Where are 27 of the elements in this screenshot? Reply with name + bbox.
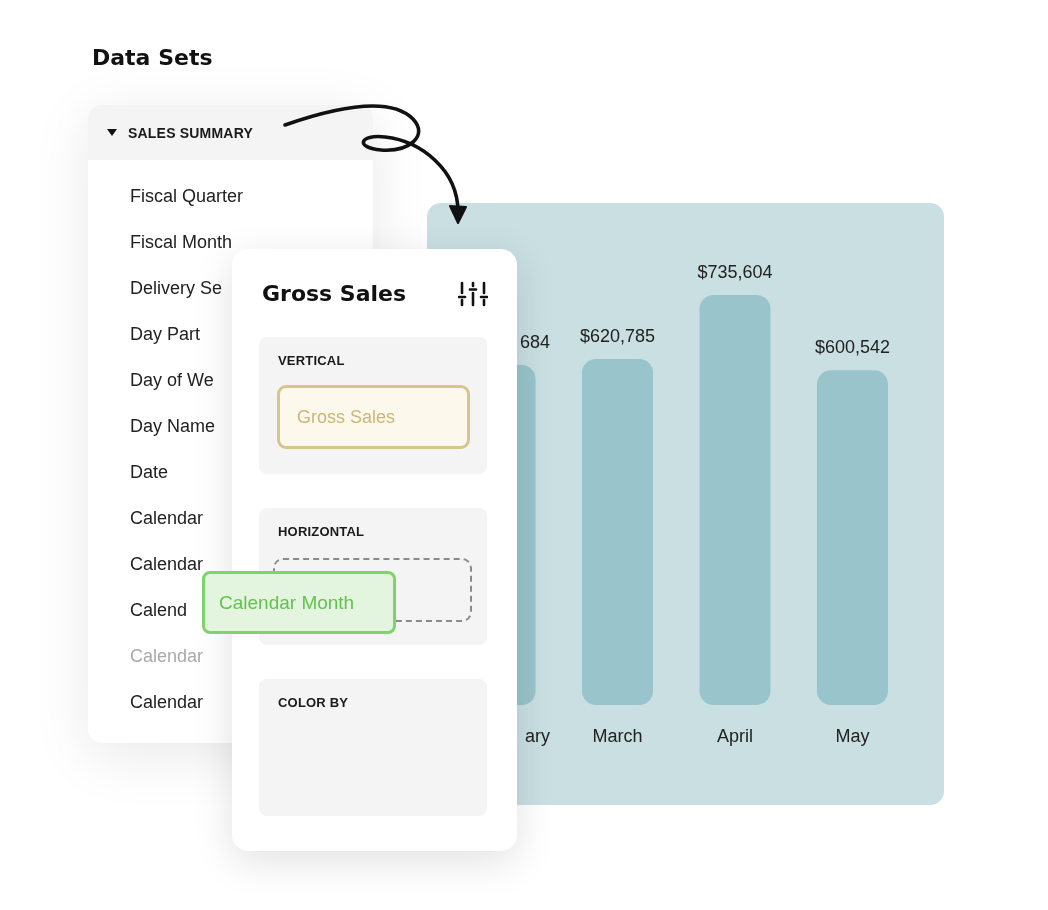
field-item[interactable]: Day Name [130,403,216,449]
field-item[interactable]: Calend [130,587,188,633]
sliders-icon [458,281,488,307]
section-title: Data Sets [92,44,213,72]
value-label: $620,785 [579,326,656,346]
value-label: $600,542 [814,337,891,358]
category-label: March [592,726,643,746]
settings-button[interactable] [457,280,489,308]
field-item[interactable]: Delivery Se [130,265,223,311]
field-item[interactable]: Calendar [130,495,204,541]
field-item[interactable]: Day Part [130,311,201,357]
field-item[interactable]: Fiscal Quarter [130,173,244,219]
data-set-header[interactable]: SALES SUMMARY [88,105,373,160]
panel-title: Gross Sales [262,280,407,308]
field-item[interactable]: Calendar [130,541,204,587]
field-item[interactable]: Fiscal Month [130,219,233,265]
field-item[interactable]: Date [130,449,169,495]
field-item[interactable]: Day of We [130,357,214,403]
category-label: May [835,726,870,746]
section-label: HORIZONTAL [278,524,365,540]
field-item[interactable]: Calendar [130,679,204,725]
category-label: ary [525,726,550,746]
category-label: April [717,726,753,746]
value-label: 684 [519,332,550,352]
section-label: VERTICAL [278,353,345,369]
section-label: COLOR BY [278,695,349,711]
value-label: $735,604 [697,262,773,282]
